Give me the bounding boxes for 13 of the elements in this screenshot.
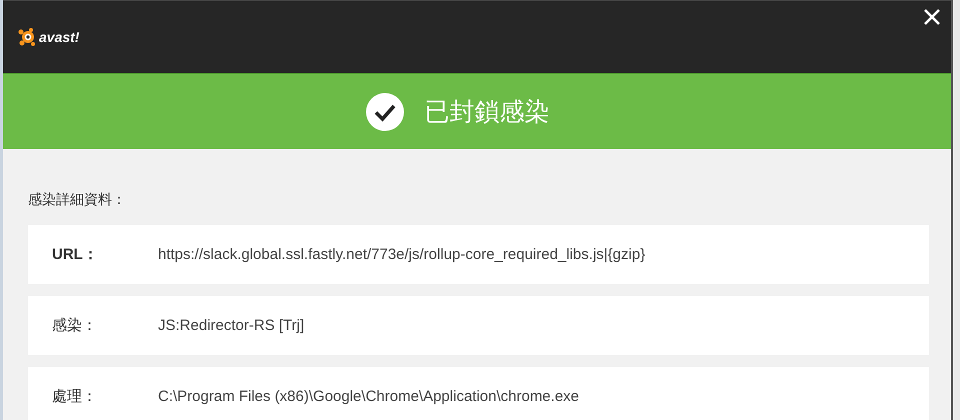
banner-title: 已封鎖感染 <box>424 96 550 128</box>
detail-label: 處理： <box>52 387 98 406</box>
section-heading: 感染詳細資料： <box>28 191 127 209</box>
detail-label: URL： <box>52 245 99 264</box>
detail-value: C:\Program Files (x86)\Google\Chrome\Application\chrome.exe <box>158 388 580 405</box>
detail-value: https://slack.global.ssl.fastly.net/773e/js/rollup-core_required_libs.js|{gzip} <box>158 246 646 263</box>
close-button[interactable] <box>923 8 941 26</box>
close-icon <box>923 8 941 26</box>
logo-text: avast! <box>39 29 80 45</box>
detail-label: 感染： <box>52 316 98 335</box>
detail-value: JS:Redirector-RS [Trj] <box>158 317 304 334</box>
logo-icon <box>18 28 38 46</box>
check-icon <box>364 92 404 132</box>
